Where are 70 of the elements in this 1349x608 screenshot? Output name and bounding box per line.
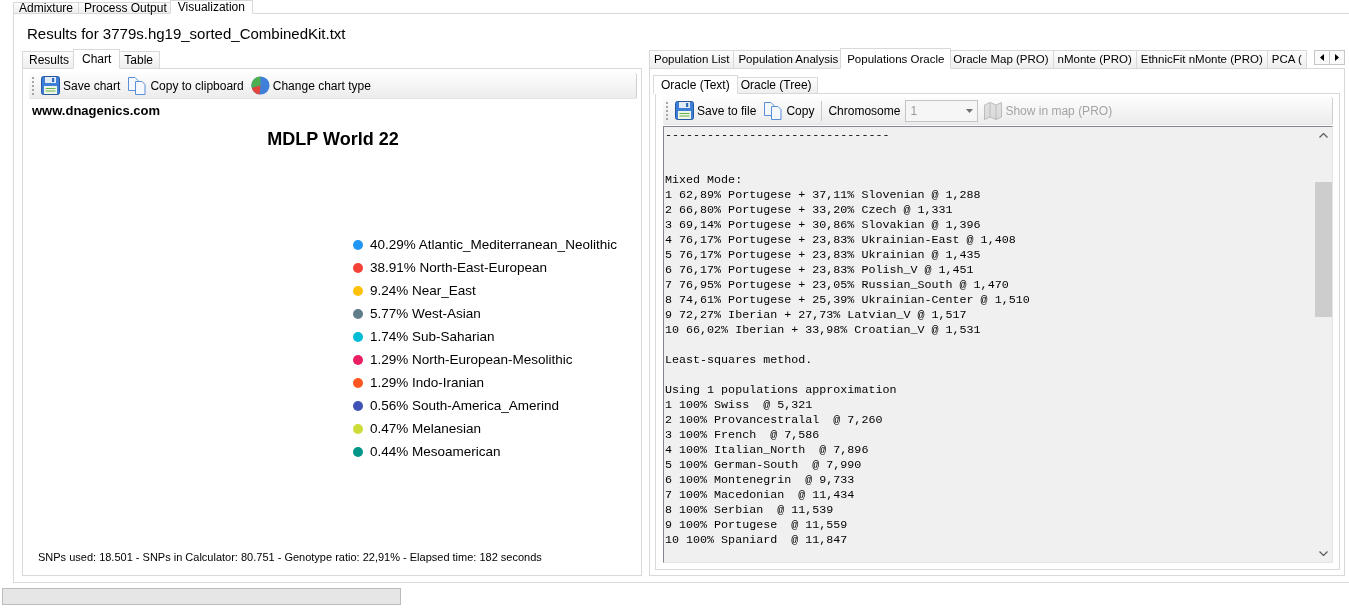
tab[interactable]: Oracle Map (PRO) xyxy=(948,50,1054,69)
legend-label: 9.24% Near_East xyxy=(370,283,476,298)
legend-label: 40.29% Atlantic_Mediterranean_Neolithic xyxy=(370,237,617,252)
tab[interactable]: PCA ( xyxy=(1266,50,1307,69)
copy-icon xyxy=(763,100,784,121)
output-line: -------------------------------- xyxy=(665,128,890,143)
website-label: www.dnagenics.com xyxy=(32,103,161,119)
triangle-right-icon xyxy=(1335,54,1339,61)
legend-label: 1.74% Sub-Saharian xyxy=(370,329,495,344)
chart-type-button[interactable]: Change chart type xyxy=(248,74,376,97)
output-line: 4 100% Italian_North @ 7,896 xyxy=(665,443,869,458)
tab-scroll-right-button[interactable] xyxy=(1329,50,1345,65)
output-line: 10 100% Spaniard @ 11,847 xyxy=(665,533,848,548)
legend-label: 0.44% Mesoamerican xyxy=(370,444,501,459)
scrollbar-thumb[interactable] xyxy=(1315,182,1332,317)
output-line: 7 76,95% Portugese + 23,05% Russian_South @ 1,470 xyxy=(665,278,1009,293)
output-line: 1 100% Swiss @ 5,321 xyxy=(665,398,813,413)
grip-icon[interactable] xyxy=(32,76,35,95)
map-icon xyxy=(984,101,1003,120)
copy-button[interactable]: Copy xyxy=(761,99,820,122)
legend-label: 0.56% South-America_Amerind xyxy=(370,398,560,413)
tab[interactable]: Chart xyxy=(73,49,121,69)
legend-label: 38.91% North-East-European xyxy=(370,260,548,275)
output-line: 10 66,02% Iberian + 33,98% Croatian_V @ 1,531 xyxy=(665,323,981,338)
tab[interactable]: nMonte (PRO) xyxy=(1052,50,1137,69)
output-line: 5 76,17% Portugese + 23,83% Ukrainian @ 1,435 xyxy=(665,248,981,263)
output-line: Mixed Mode: xyxy=(665,173,743,188)
tab-scroll-left-button[interactable] xyxy=(1314,50,1330,65)
output-line: 3 100% French @ 7,586 xyxy=(665,428,820,443)
output-line: 5 100% German-South @ 7,990 xyxy=(665,458,862,473)
results-title: Results for 3779s.hg19_sorted_CombinedKit.txt xyxy=(27,24,346,44)
grip-icon[interactable] xyxy=(666,101,669,120)
legend-label: 1.29% North-European-Mesolithic xyxy=(370,352,573,367)
output-line: Least-squares method. xyxy=(665,353,813,368)
triangle-left-icon xyxy=(1320,54,1324,61)
dropdown-label: Chromosome xyxy=(827,103,902,118)
output-line: 4 76,17% Portugese + 23,83% Ukrainian-East @ 1,408 xyxy=(665,233,1016,248)
legend-label: 5.77% West-Asian xyxy=(370,306,481,321)
output-line: Using 1 populations approximation xyxy=(665,383,897,398)
output-line: 3 69,14% Portugese + 30,86% Slovakian @ 1,396 xyxy=(665,218,981,233)
save-button[interactable]: Save to file xyxy=(673,99,762,122)
legend-label: 0.47% Melanesian xyxy=(370,421,482,436)
tab[interactable]: Table xyxy=(117,51,161,69)
output-line: 2 100% Provancestralal @ 7,260 xyxy=(665,413,883,428)
stats-text: SNPs used: 18.501 - SNPs in Calculator: 80.751 - Genotype ratio: 22,91% - Elapsed time: 182 seconds xyxy=(38,550,542,564)
output-line: 6 100% Montenegrin @ 9,733 xyxy=(665,473,855,488)
output-line: 9 100% Portugese @ 11,559 xyxy=(665,518,848,533)
tab[interactable]: Results xyxy=(22,51,76,69)
output-line: 9 72,27% Iberian + 27,73% Latvian_V @ 1,517 xyxy=(665,308,967,323)
chart-title: MDLP World 22 xyxy=(267,128,399,150)
tab[interactable]: Visualization xyxy=(169,0,253,14)
chevron-down-icon[interactable] xyxy=(1319,551,1328,556)
chevron-up-icon[interactable] xyxy=(1319,133,1328,138)
output-line: 6 76,17% Portugese + 23,83% Polish_V @ 1,451 xyxy=(665,263,974,278)
output-line: 2 66,80% Portugese + 33,20% Czech @ 1,331 xyxy=(665,203,953,218)
copy-icon xyxy=(127,75,148,96)
tab[interactable]: Admixture xyxy=(13,2,80,14)
tab[interactable]: Populations Oracle xyxy=(840,48,952,69)
legend-label: 1.29% Indo-Iranian xyxy=(370,375,485,390)
pie-chart-icon xyxy=(250,76,270,95)
tab[interactable]: Population List xyxy=(649,50,735,69)
tab[interactable]: EthnicFit nMonte (PRO) xyxy=(1135,50,1268,69)
save-button[interactable]: Save chart xyxy=(39,74,126,97)
tab[interactable]: Oracle (Text) xyxy=(653,75,738,94)
output-line: 7 100% Macedonian @ 11,434 xyxy=(665,488,855,503)
output-line: 8 74,61% Portugese + 25,39% Ukrainian-Center @ 1,510 xyxy=(665,293,1030,308)
tab[interactable]: Process Output xyxy=(78,2,173,14)
copy-button[interactable]: Copy to clipboard xyxy=(125,74,249,97)
output-line: 1 62,89% Portugese + 37,11% Slovenian @ 1,288 xyxy=(665,188,981,203)
output-line: 8 100% Serbian @ 11,539 xyxy=(665,503,834,518)
